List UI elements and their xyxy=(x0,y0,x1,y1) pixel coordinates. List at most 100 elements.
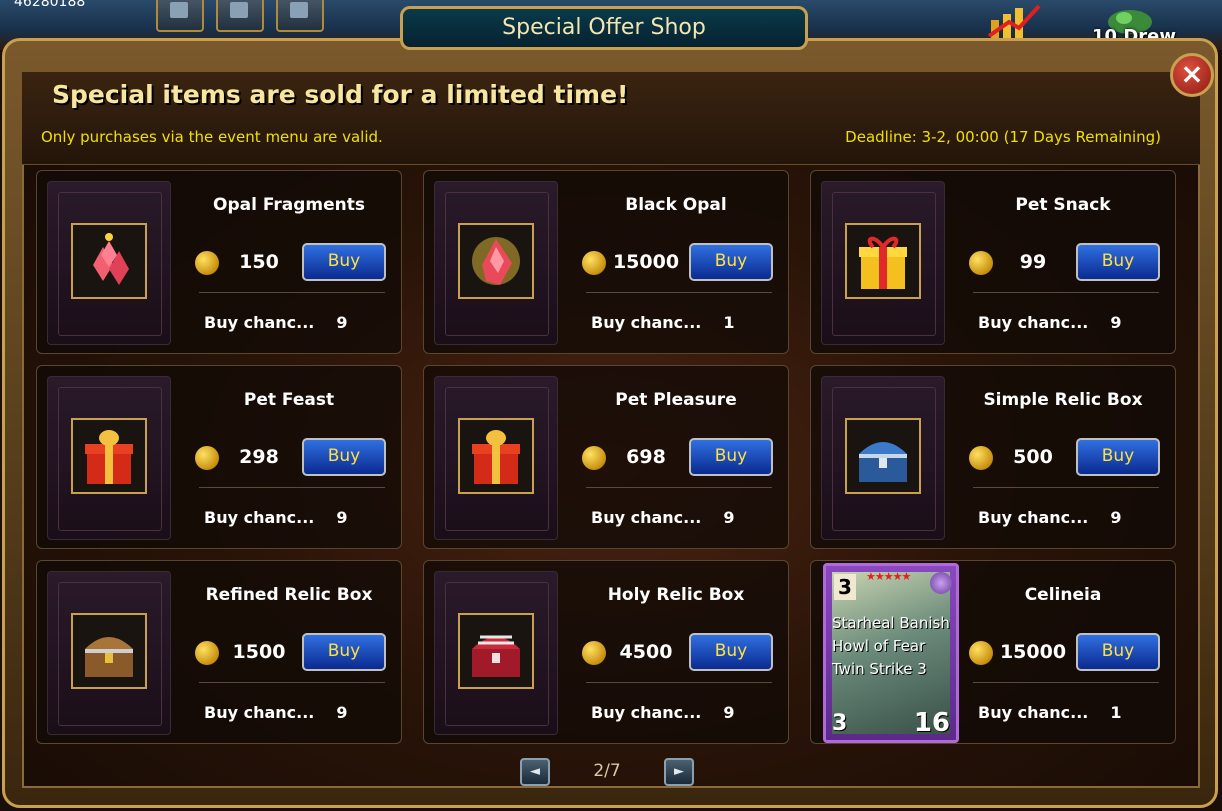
buy-chance-value: 9 xyxy=(336,313,348,332)
buy-chance-value: 1 xyxy=(1110,703,1122,722)
hero-skills: Starheal Banish Howl of Fear Twin Strike… xyxy=(832,614,950,678)
buy-button[interactable]: Buy xyxy=(1076,633,1160,671)
buy-chance-value: 9 xyxy=(723,703,735,722)
item-name: Simple Relic Box xyxy=(983,390,1143,410)
buy-chance-label: Buy chanc... xyxy=(591,313,702,332)
gold-coin-icon xyxy=(969,641,993,665)
item-price: 150 xyxy=(239,251,279,273)
divider xyxy=(586,487,772,488)
item-slot xyxy=(434,571,558,735)
blue-chest-icon xyxy=(845,418,921,494)
buy-chance-label: Buy chanc... xyxy=(591,508,702,527)
buy-button[interactable]: Buy xyxy=(689,633,773,671)
buy-chance-label: Buy chanc... xyxy=(978,313,1089,332)
wooden-chest-icon xyxy=(71,613,147,689)
item-slot xyxy=(434,376,558,540)
gold-coin-icon xyxy=(582,251,606,275)
prev-page-button[interactable]: ◄ xyxy=(520,758,550,786)
item-slot xyxy=(821,181,945,345)
red-gift-box-icon xyxy=(71,418,147,494)
buy-button[interactable]: Buy xyxy=(1076,243,1160,281)
buy-chance-label: Buy chanc... xyxy=(204,703,315,722)
buy-chance-value: 1 xyxy=(723,313,735,332)
buy-chance-label: Buy chanc... xyxy=(978,703,1089,722)
item-slot xyxy=(47,181,171,345)
gift-box-icon xyxy=(845,223,921,299)
item-price: 15000 xyxy=(999,641,1067,663)
gold-coin-icon xyxy=(969,251,993,275)
shop-item-card: Opal Fragments 150 Buy Buy chanc... 9 xyxy=(36,170,402,354)
item-name: Opal Fragments xyxy=(213,195,365,215)
gear-icon xyxy=(230,2,248,18)
resource-counter: 46280188 xyxy=(14,0,86,10)
mail-icon xyxy=(290,2,308,18)
growth-chart-icon[interactable] xyxy=(985,2,1045,42)
divider xyxy=(199,292,385,293)
buy-button[interactable]: Buy xyxy=(302,633,386,671)
buy-chance-value: 9 xyxy=(336,508,348,527)
buy-chance-value: 9 xyxy=(336,703,348,722)
pagination: ◄ 2/7 ► xyxy=(520,756,700,790)
buy-chance-label: Buy chanc... xyxy=(204,313,315,332)
buy-chance-label: Buy chanc... xyxy=(204,508,315,527)
item-price: 698 xyxy=(626,446,666,468)
divider xyxy=(586,682,772,683)
menu-button-1[interactable] xyxy=(156,0,204,32)
divider xyxy=(973,292,1159,293)
shop-item-card: Holy Relic Box 4500 Buy Buy chanc... 9 xyxy=(423,560,789,744)
opal-fragments-icon xyxy=(71,223,147,299)
hero-level: 3 xyxy=(834,574,856,600)
item-slot xyxy=(821,376,945,540)
page-indicator: 2/7 xyxy=(593,761,621,781)
item-name: Holy Relic Box xyxy=(607,585,745,605)
item-price: 15000 xyxy=(612,251,680,273)
divider xyxy=(973,682,1159,683)
item-slot xyxy=(47,571,171,735)
hero-attack: 16 xyxy=(913,708,950,738)
gold-coin-icon xyxy=(582,446,606,470)
item-price: 298 xyxy=(239,446,279,468)
hero-cost: 3 xyxy=(832,711,848,736)
item-name: Pet Feast xyxy=(243,390,335,410)
notice-text: Only purchases via the event menu are va… xyxy=(41,128,383,146)
divider xyxy=(586,292,772,293)
hero-card-art[interactable]: ★★★★★ 3 Starheal Banish Howl of Fear Twi… xyxy=(823,563,959,743)
headline: Special items are sold for a limited tim… xyxy=(52,80,629,109)
gold-coin-icon xyxy=(582,641,606,665)
star-rating-icon: ★★★★★ xyxy=(866,570,911,583)
shop-item-card: Black Opal 15000 Buy Buy chanc... 1 xyxy=(423,170,789,354)
shop-item-card: Simple Relic Box 500 Buy Buy chanc... 9 xyxy=(810,365,1176,549)
item-name: Refined Relic Box xyxy=(205,585,373,605)
black-opal-icon xyxy=(458,223,534,299)
gold-coin-icon xyxy=(969,446,993,470)
shop-item-card: Refined Relic Box 1500 Buy Buy chanc... … xyxy=(36,560,402,744)
item-name: Black Opal xyxy=(625,195,727,215)
buy-button[interactable]: Buy xyxy=(1076,438,1160,476)
item-grid: Opal Fragments 150 Buy Buy chanc... 9 Bl… xyxy=(36,170,1176,746)
settings-button[interactable] xyxy=(216,0,264,32)
item-name: Pet Snack xyxy=(1015,195,1111,215)
item-slot xyxy=(434,181,558,345)
swirl-icon xyxy=(930,572,952,594)
item-price: 500 xyxy=(1013,446,1053,468)
next-page-button[interactable]: ► xyxy=(664,758,694,786)
buy-chance-label: Buy chanc... xyxy=(978,508,1089,527)
buy-button[interactable]: Buy xyxy=(302,243,386,281)
deadline-text: Deadline: 3-2, 00:00 (17 Days Remaining) xyxy=(845,128,1161,146)
buy-button[interactable]: Buy xyxy=(689,243,773,281)
layout-icon xyxy=(170,2,188,18)
mail-button[interactable] xyxy=(276,0,324,32)
buy-button[interactable]: Buy xyxy=(302,438,386,476)
shop-item-card: Pet Snack 99 Buy Buy chanc... 9 xyxy=(810,170,1176,354)
item-price: 99 xyxy=(1019,251,1047,273)
shop-item-card: Pet Feast 298 Buy Buy chanc... 9 xyxy=(36,365,402,549)
buy-chance-value: 9 xyxy=(1110,313,1122,332)
item-name: Celineia xyxy=(1024,585,1102,605)
buy-chance-value: 9 xyxy=(723,508,735,527)
buy-button[interactable]: Buy xyxy=(689,438,773,476)
gold-coin-icon xyxy=(195,641,219,665)
close-button[interactable]: × xyxy=(1170,53,1214,97)
item-price: 4500 xyxy=(619,641,673,663)
gold-coin-icon xyxy=(195,446,219,470)
divider xyxy=(199,487,385,488)
